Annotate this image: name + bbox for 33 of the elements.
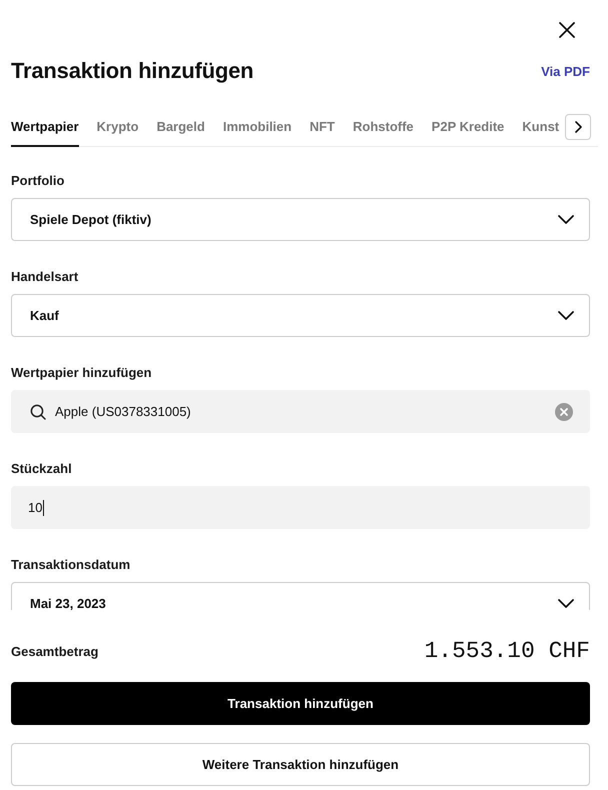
- dropdown-field[interactable]: Mai 23, 2023: [11, 582, 590, 610]
- field-label: Stückzahl: [11, 461, 72, 477]
- dropdown-field[interactable]: Spiele Depot (fiktiv): [11, 198, 590, 241]
- chevron-down-icon: [558, 311, 574, 320]
- add-another-transaction-button[interactable]: Weitere Transaktion hinzufügen: [11, 743, 590, 786]
- number-field[interactable]: 10: [11, 486, 590, 529]
- field-label: Wertpapier hinzufügen: [11, 365, 152, 381]
- category-tab[interactable]: Bargeld: [156, 108, 205, 147]
- field-label: Handelsart: [11, 269, 78, 285]
- chevron-down-icon: [558, 599, 574, 608]
- category-tab[interactable]: NFT: [310, 108, 335, 147]
- close-icon: [559, 22, 575, 38]
- chevron-right-icon: [574, 121, 582, 133]
- search-field[interactable]: Apple (US0378331005): [11, 390, 590, 433]
- category-tab[interactable]: Kunst: [522, 108, 560, 147]
- dropdown-field[interactable]: Kauf: [11, 294, 590, 337]
- clear-icon: [555, 402, 573, 420]
- total-label: Gesamtbetrag: [11, 644, 98, 658]
- close-button[interactable]: [558, 21, 576, 39]
- total-amount: 1.553.10 CHF: [424, 638, 590, 664]
- category-tab[interactable]: Krypto: [96, 108, 139, 147]
- dialog-title: Transaktion hinzufügen: [11, 57, 254, 85]
- category-tab[interactable]: P2P Kredite: [432, 108, 504, 147]
- category-tab[interactable]: Rohstoffe: [352, 108, 414, 147]
- field-label: Transaktionsdatum: [11, 557, 130, 573]
- scroll-tabs-button[interactable]: [565, 114, 591, 140]
- via-pdf-link[interactable]: Via PDF: [541, 64, 590, 78]
- chevron-down-icon: [558, 215, 574, 224]
- add-transaction-button[interactable]: Transaktion hinzufügen: [11, 682, 590, 725]
- search-icon: [30, 404, 46, 420]
- category-tab[interactable]: Immobilien: [222, 108, 292, 147]
- category-tab[interactable]: Wertpapier: [11, 108, 79, 147]
- field-label: Portfolio: [11, 173, 64, 189]
